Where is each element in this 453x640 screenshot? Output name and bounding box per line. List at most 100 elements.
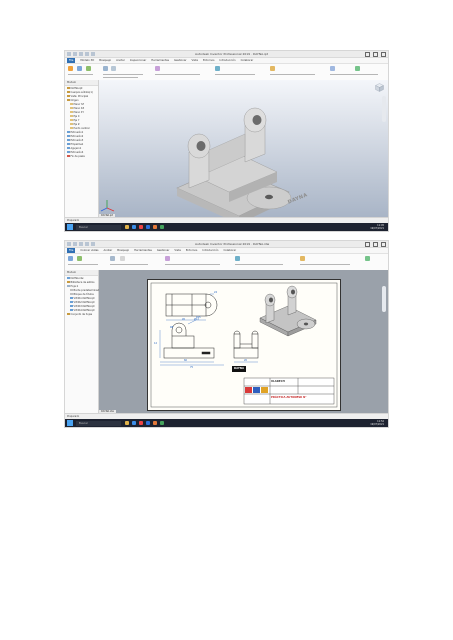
tab-gestionar[interactable]: Gestionar <box>174 59 187 62</box>
tab-entornos[interactable]: Entornos <box>203 59 215 62</box>
dimension-icon[interactable] <box>110 256 115 261</box>
tab-colaborar[interactable]: Colaborar <box>223 249 236 252</box>
border-icon <box>70 288 73 292</box>
graphics-viewport[interactable]: DAYNA <box>99 80 388 224</box>
inventor-icon[interactable] <box>153 421 157 425</box>
finish-icon[interactable] <box>355 66 360 71</box>
hole-feature-icon <box>67 146 70 150</box>
drawing-canvas[interactable]: DAYNA ULADECH PRÁCTICA AUTODESK N° R15 2… <box>99 270 388 414</box>
format-icon[interactable] <box>300 256 305 261</box>
tab-inspeccionar[interactable]: Inspeccionar <box>130 59 146 62</box>
fillet-icon[interactable] <box>111 66 116 71</box>
windows-start-icon[interactable] <box>67 224 73 230</box>
chrome-icon[interactable] <box>139 225 143 229</box>
windows-taskbar: Buscar 11:45 19/07/2021 <box>65 223 388 231</box>
view-icon <box>67 94 70 98</box>
word-icon[interactable] <box>146 225 150 229</box>
taskbar-search[interactable]: Buscar <box>76 420 121 426</box>
finish-icon[interactable] <box>365 256 370 261</box>
tab-file[interactable]: File <box>67 58 76 63</box>
dimension-text: R8 <box>170 326 174 329</box>
chrome-icon[interactable] <box>139 421 143 425</box>
tab-anotar[interactable]: Anotar <box>116 59 125 62</box>
extrude-feature-icon <box>67 150 70 154</box>
plane-icon <box>70 106 73 110</box>
navigation-bar[interactable] <box>382 96 386 122</box>
taskbar-clock[interactable]: 11:45 19/07/2021 <box>370 224 384 230</box>
start-sketch-icon[interactable] <box>68 66 73 71</box>
symbols-icon[interactable] <box>165 256 170 261</box>
title-block-company: ULADECH <box>271 380 285 383</box>
work-plane-icon[interactable] <box>215 66 220 71</box>
tree-item[interactable]: Biblioteca de estilos <box>65 280 98 284</box>
tab-introduccion[interactable]: Introducción <box>219 59 235 62</box>
close-icon <box>381 52 386 57</box>
viewcube-icon[interactable] <box>375 83 384 92</box>
quick-access-toolbar[interactable] <box>67 52 95 56</box>
navigation-bar[interactable] <box>382 286 386 312</box>
revolve-icon[interactable] <box>86 66 91 71</box>
part-label-box: DAYNA <box>234 367 244 370</box>
part-3d-model <box>100 107 292 224</box>
taskbar-clock[interactable]: 11:52 19/07/2021 <box>370 420 384 426</box>
drawing-views <box>150 282 338 408</box>
window-controls[interactable] <box>365 242 386 247</box>
inventor-icon[interactable] <box>153 225 157 229</box>
drawing-sheet: DAYNA ULADECH PRÁCTICA AUTODESK N° R15 2… <box>147 279 341 411</box>
axis-icon <box>70 122 73 126</box>
edge-icon[interactable] <box>132 225 136 229</box>
file-explorer-icon[interactable] <box>125 225 129 229</box>
extrude-feature-icon <box>67 134 70 138</box>
pattern-icon[interactable] <box>155 66 160 71</box>
tab-herramientas[interactable]: Herramientas <box>134 249 152 252</box>
hole-icon[interactable] <box>103 66 108 71</box>
edge-icon[interactable] <box>132 421 136 425</box>
tab-colaborar[interactable]: Colaborar <box>241 59 254 62</box>
tab-vista[interactable]: Vista <box>174 249 180 252</box>
tab-colocar-vistas[interactable]: Colocar vistas <box>80 249 98 252</box>
extrude-feature-icon <box>67 138 70 142</box>
plane-icon <box>70 102 73 106</box>
tab-anotar[interactable]: Anotar <box>104 249 113 252</box>
tab-herramientas[interactable]: Herramientas <box>151 59 169 62</box>
folder-icon <box>67 90 70 94</box>
quick-access-toolbar[interactable] <box>67 242 95 246</box>
word-icon[interactable] <box>146 421 150 425</box>
axis-icon <box>70 118 73 122</box>
end-of-part-icon <box>67 154 70 158</box>
convert-icon[interactable] <box>270 66 275 71</box>
tab-file[interactable]: File <box>67 248 76 253</box>
base-view-icon[interactable] <box>68 256 73 261</box>
tab-entornos[interactable]: Entornos <box>186 249 198 252</box>
model-browser: Modelo DAYNA.ipt Cuerpos sólidos(1) Vist… <box>65 80 99 218</box>
dimension-text: 75 <box>190 366 194 369</box>
extrude-icon[interactable] <box>77 66 82 71</box>
table-icon[interactable] <box>235 256 240 261</box>
excel-icon[interactable] <box>160 225 164 229</box>
title-bar: Autodesk Inventor Professional 2019 · DA… <box>65 51 388 58</box>
tab-vista[interactable]: Vista <box>192 59 198 62</box>
dimension-text: 20 <box>244 359 248 362</box>
maximize-icon <box>373 242 378 247</box>
excel-icon[interactable] <box>160 421 164 425</box>
dimension-text: 45 <box>182 318 186 321</box>
file-explorer-icon[interactable] <box>125 421 129 425</box>
tab-introduccion[interactable]: Introducción <box>202 249 218 252</box>
maximize-icon <box>373 52 378 57</box>
taskbar-search[interactable]: Buscar <box>76 224 121 230</box>
tab-modelo-3d[interactable]: Modelo 3D <box>80 59 94 62</box>
tab-bosquejo[interactable]: Bosquejo <box>117 249 129 252</box>
point-icon <box>70 126 73 130</box>
tree-item[interactable]: Fin de pieza <box>65 154 98 158</box>
folder-icon <box>67 98 70 102</box>
tree-item[interactable]: Conjunto de hojas <box>65 312 98 316</box>
projected-view-icon[interactable] <box>77 256 82 261</box>
window-controls[interactable] <box>365 52 386 57</box>
freeform-icon[interactable] <box>330 66 335 71</box>
window-title: Autodesk Inventor Professional 2019 · DA… <box>195 242 270 246</box>
windows-start-icon[interactable] <box>67 420 73 426</box>
text-icon[interactable] <box>120 256 125 261</box>
dimension-text: 24 <box>214 291 218 294</box>
tab-gestionar[interactable]: Gestionar <box>157 249 170 252</box>
tab-bosquejo[interactable]: Bosquejo <box>99 59 111 62</box>
